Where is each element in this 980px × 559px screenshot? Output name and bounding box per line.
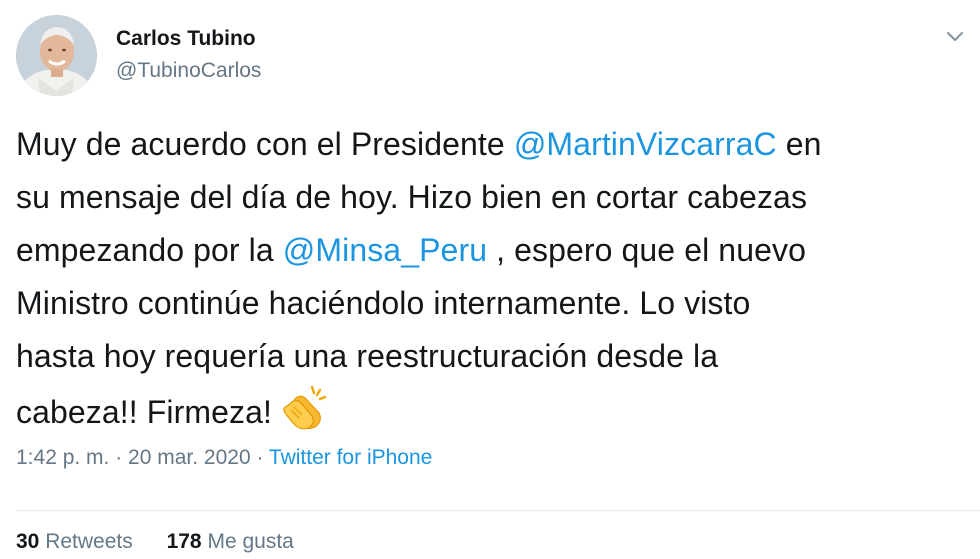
retweets-stat[interactable]: 30 Retweets [16,530,133,553]
retweets-label: Retweets [39,530,133,553]
divider [16,510,980,511]
tweet-line: su mensaje del día de hoy. Hizo bien en … [16,179,808,215]
clapping-hands-icon [281,383,331,431]
mention-link[interactable]: @Minsa_Peru [283,232,487,268]
retweets-count: 30 [16,530,40,553]
tweet-line: Muy de acuerdo con el Presidente @Martin… [16,126,822,162]
author-name[interactable]: Carlos Tubino [116,27,256,51]
author-handle[interactable]: @TubinoCarlos [116,59,261,83]
source-link[interactable]: Twitter for iPhone [269,446,432,469]
chevron-down-icon[interactable] [942,26,968,46]
mention-link[interactable]: @MartinVizcarraC [514,126,777,162]
avatar[interactable] [16,15,97,96]
tweet-stats: 30 Retweets 178 Me gusta [16,530,322,554]
tweet-text: Muy de acuerdo con el Presidente @Martin… [16,118,976,439]
tweet-line: cabeza!! Firmeza! [16,383,976,439]
likes-label: Me gusta [201,530,294,553]
tweet-line: Ministro continúe haciéndolo internament… [16,285,751,321]
likes-count: 178 [166,530,202,553]
likes-stat[interactable]: 178 Me gusta [167,530,294,553]
tweet-line: empezando por la @Minsa_Peru , espero qu… [16,232,806,268]
tweet-meta: 1:42 p. m. · 20 mar. 2020 · Twitter for … [16,446,432,470]
timestamp[interactable]: 1:42 p. m. · 20 mar. 2020 · [16,446,269,469]
tweet-line: hasta hoy requería una reestructuración … [16,338,719,374]
